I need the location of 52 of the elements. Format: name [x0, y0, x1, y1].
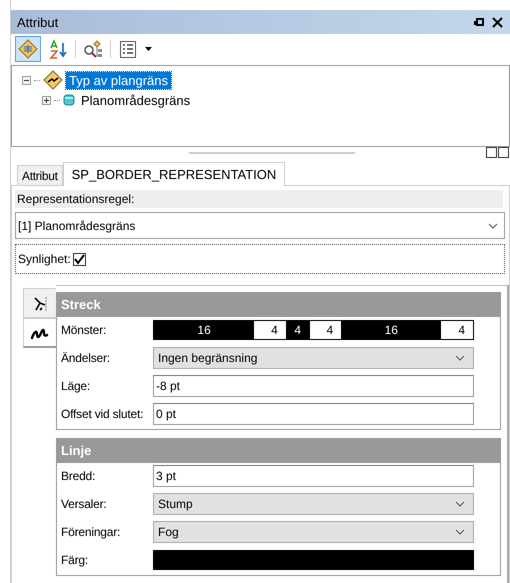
rule-dropdown[interactable]: [1] Planområdesgräns	[15, 212, 505, 239]
field-label: Föreningar:	[60, 525, 122, 539]
field-label: Versaler:	[60, 497, 108, 511]
field-label: Mönster:	[60, 323, 108, 337]
input-field[interactable]: 0 pt	[153, 403, 474, 425]
pin-icon[interactable]	[472, 16, 485, 28]
tree-item[interactable]: Planområdesgräns	[78, 92, 194, 108]
field-label: Offset vid slutet:	[60, 407, 144, 421]
categorized-icon	[17, 38, 39, 60]
split-icon[interactable]	[498, 147, 509, 158]
check-icon	[74, 254, 85, 264]
field-label: Synlighet:	[18, 252, 71, 266]
field-label: Bredd:	[60, 469, 96, 483]
field-label: Färg:	[60, 553, 90, 567]
dropdown[interactable]: Ingen begränsning	[153, 347, 474, 369]
input-field[interactable]: 3 pt	[153, 465, 474, 487]
tab[interactable]: SP_BORDER_REPRESENTATION	[62, 162, 286, 186]
sort-icon	[48, 39, 68, 59]
side-tab[interactable]	[23, 288, 56, 318]
chevron-down-icon	[455, 529, 465, 535]
collapse-up-icon[interactable]	[486, 147, 497, 158]
figure-icon	[32, 294, 48, 312]
group-header: Linje	[57, 439, 500, 463]
dropdown[interactable]: Fog	[153, 521, 474, 543]
collapse-icon[interactable]	[22, 76, 31, 84]
side-tab[interactable]	[23, 318, 56, 348]
dash-segment[interactable]: 16	[154, 321, 254, 339]
dash-segment[interactable]: 4	[286, 321, 310, 339]
field-label: Läge:	[60, 379, 92, 393]
categorized-button[interactable]	[15, 36, 41, 62]
caret-icon[interactable]	[145, 47, 152, 51]
dash-segment[interactable]: 16	[341, 321, 442, 339]
close-icon[interactable]	[491, 16, 504, 28]
visibility-checkbox[interactable]	[72, 252, 86, 266]
list-icon	[119, 40, 137, 58]
cylinder-icon	[63, 94, 75, 106]
input-field[interactable]: -8 pt	[153, 375, 474, 397]
chevron-down-icon	[455, 501, 465, 507]
dropdown[interactable]: Stump	[153, 493, 474, 515]
chevron-down-icon	[455, 355, 465, 361]
tree-item[interactable]: Typ av plangräns	[66, 72, 172, 88]
dash-pattern[interactable]: 16 4 4 4 16 4	[153, 320, 474, 340]
color-swatch[interactable]	[153, 550, 474, 570]
group-header: Streck	[57, 293, 500, 317]
query-icon	[82, 39, 104, 59]
field-label: Ändelser:	[60, 351, 111, 365]
tab[interactable]: Attribut	[17, 165, 63, 185]
expand-icon[interactable]	[42, 96, 51, 104]
panel-title: Attribut	[17, 14, 60, 30]
chevron-down-icon	[488, 222, 498, 228]
diamond-icon	[43, 70, 63, 90]
field-label: Representationsregel:	[15, 190, 503, 208]
